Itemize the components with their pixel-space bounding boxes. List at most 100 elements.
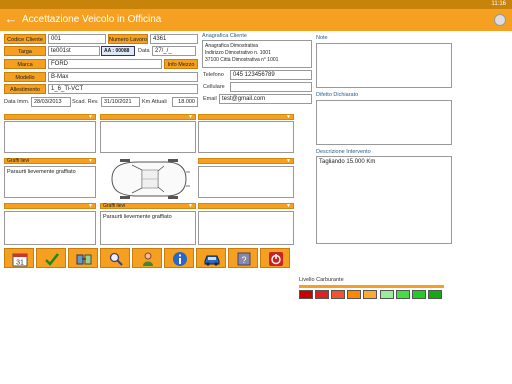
data-imm-field[interactable]: 28/03/2013 — [31, 97, 71, 107]
descrizione-field[interactable]: Tagliando 15.000 Km — [316, 156, 452, 244]
chevron-down-icon: ▼ — [286, 158, 291, 164]
help-icon: ? — [237, 252, 251, 266]
fuel-level-label: Livello Carburante — [299, 277, 344, 283]
search-icon — [109, 252, 123, 266]
chevron-down-icon: ▼ — [286, 203, 291, 209]
descrizione-label: Descrizione Intervento — [316, 149, 371, 155]
fuel-cell-2[interactable] — [315, 290, 329, 299]
scad-rev-field[interactable]: 31/10/2021 — [101, 97, 140, 107]
note-label: Note — [316, 35, 328, 41]
allestimento-field[interactable]: 1_6_Ti-VCT — [48, 84, 198, 94]
confirm-button[interactable] — [36, 248, 66, 268]
km-attuali-label: Km Attuali — [142, 99, 167, 105]
calendar-button[interactable]: 31 — [4, 248, 34, 268]
vehicle-button[interactable] — [196, 248, 226, 268]
status-time: 11:16 — [491, 1, 506, 7]
car-diagram-icon[interactable] — [104, 156, 192, 202]
damage-dropdown-mid-left-label: Graffi lievi — [7, 158, 30, 164]
svg-text:31: 31 — [16, 260, 24, 267]
power-icon — [269, 252, 283, 266]
damage-dropdown-bottom-right[interactable]: ▼ — [198, 203, 294, 209]
km-attuali-field[interactable]: 18.000 — [172, 97, 198, 107]
anagrafica-cliente-box[interactable]: Anagrafica Dimostrativa Indirizzo Dimost… — [202, 40, 312, 68]
telefono-field[interactable]: 045 123456789 — [230, 70, 312, 80]
page-title: Accettazione Veicolo in Officina — [22, 14, 162, 25]
status-bar: 11:16 — [0, 0, 512, 9]
damage-note-bottom-right[interactable] — [198, 211, 294, 245]
telefono-label: Telefono — [203, 72, 224, 78]
plate-code-chip: AA : 00088 — [101, 46, 135, 56]
chevron-down-icon: ▼ — [88, 114, 93, 120]
chevron-down-icon: ▼ — [188, 203, 193, 209]
check-icon — [45, 253, 59, 266]
damage-note-mid-left[interactable]: Paraurti lievemente graffiato — [4, 166, 96, 198]
codice-cliente-button[interactable]: Codice Cliente — [4, 34, 46, 44]
targa-field[interactable]: te001st — [48, 46, 100, 56]
power-button[interactable] — [260, 248, 290, 268]
damage-dropdown-top-mid[interactable]: ▼ — [100, 114, 196, 120]
cellulare-label: Cellulare — [203, 84, 225, 90]
cliente-line-1: Anagrafica Dimostrativa — [205, 43, 259, 49]
svg-text:?: ? — [241, 255, 246, 265]
damage-note-top-right[interactable] — [198, 121, 294, 153]
fuel-cell-1[interactable] — [299, 290, 313, 299]
damage-note-top-mid[interactable] — [100, 121, 196, 153]
chevron-down-icon: ▼ — [88, 158, 93, 164]
person-icon — [143, 252, 153, 266]
settings-icon[interactable] — [494, 14, 506, 26]
damage-dropdown-top-left[interactable]: ▼ — [4, 114, 96, 120]
targa-button[interactable]: Targa — [4, 46, 46, 56]
damage-dropdown-bottom-left[interactable]: ▼ — [4, 203, 96, 209]
help-button[interactable]: ? — [228, 248, 258, 268]
fuel-cell-8[interactable] — [412, 290, 426, 299]
info-button[interactable] — [164, 248, 194, 268]
fuel-level-divider — [299, 285, 444, 288]
damage-dropdown-mid-left[interactable]: Graffi lievi ▼ — [4, 158, 96, 164]
allestimento-button[interactable]: Allestimento — [4, 84, 46, 94]
modello-field[interactable]: B-Max — [48, 72, 198, 82]
search-button[interactable] — [100, 248, 130, 268]
modello-button[interactable]: Modello — [4, 72, 46, 82]
damage-dropdown-bottom-mid[interactable]: Graffi lievi ▼ — [100, 203, 196, 209]
damage-dropdown-mid-right[interactable]: ▼ — [198, 158, 294, 164]
customer-button[interactable] — [132, 248, 162, 268]
damage-note-bottom-left[interactable] — [4, 211, 96, 245]
fuel-cell-5[interactable] — [363, 290, 377, 299]
codice-cliente-field[interactable]: 001 — [48, 34, 106, 44]
marca-button[interactable]: Marca — [4, 59, 46, 69]
data-field[interactable]: 27/_/_ — [152, 46, 196, 56]
transfer-button[interactable] — [68, 248, 98, 268]
info-mezzo-button[interactable]: Info Mezzo — [164, 59, 198, 69]
numero-lavoro-field[interactable]: 4361 — [150, 34, 198, 44]
fuel-cell-3[interactable] — [331, 290, 345, 299]
back-arrow-icon[interactable]: ← — [4, 12, 18, 26]
damage-note-bottom-mid[interactable]: Paraurti lievemente graffiato — [100, 211, 196, 245]
damage-dropdown-top-right[interactable]: ▼ — [198, 114, 294, 120]
fuel-cell-6[interactable] — [380, 290, 394, 299]
info-icon — [173, 252, 187, 266]
difetto-label: Difetto Dichiarato — [316, 92, 359, 98]
anagrafica-cliente-title: Anagrafica Cliente — [202, 33, 247, 39]
cliente-line-3: 37100 Città Dimostrativa n° 1001 — [205, 57, 279, 63]
chevron-down-icon: ▼ — [286, 114, 291, 120]
chevron-down-icon: ▼ — [88, 203, 93, 209]
damage-note-top-left[interactable] — [4, 121, 96, 153]
email-field[interactable]: test@gmail.com — [219, 94, 312, 104]
marca-field[interactable]: FORD — [48, 59, 162, 69]
calendar-icon: 31 — [12, 253, 28, 267]
cliente-line-2: Indirizzo Dimostrativo n. 1001 — [205, 50, 271, 56]
damage-dropdown-bottom-mid-label: Graffi lievi — [103, 203, 126, 209]
numero-lavoro-label: Numero Lavoro — [108, 34, 148, 44]
data-label: Data — [138, 48, 150, 54]
data-imm-label: Data Imm. — [4, 99, 30, 105]
fuel-cell-4[interactable] — [347, 290, 361, 299]
note-field[interactable] — [316, 43, 452, 88]
cellulare-field[interactable] — [230, 82, 312, 92]
fuel-cell-9[interactable] — [428, 290, 442, 299]
fuel-cell-7[interactable] — [396, 290, 410, 299]
difetto-field[interactable] — [316, 100, 452, 145]
chevron-down-icon: ▼ — [188, 114, 193, 120]
damage-note-mid-right[interactable] — [198, 166, 294, 198]
scad-rev-label: Scad. Rev. — [72, 99, 99, 105]
app-bar: ← Accettazione Veicolo in Officina — [0, 9, 512, 31]
